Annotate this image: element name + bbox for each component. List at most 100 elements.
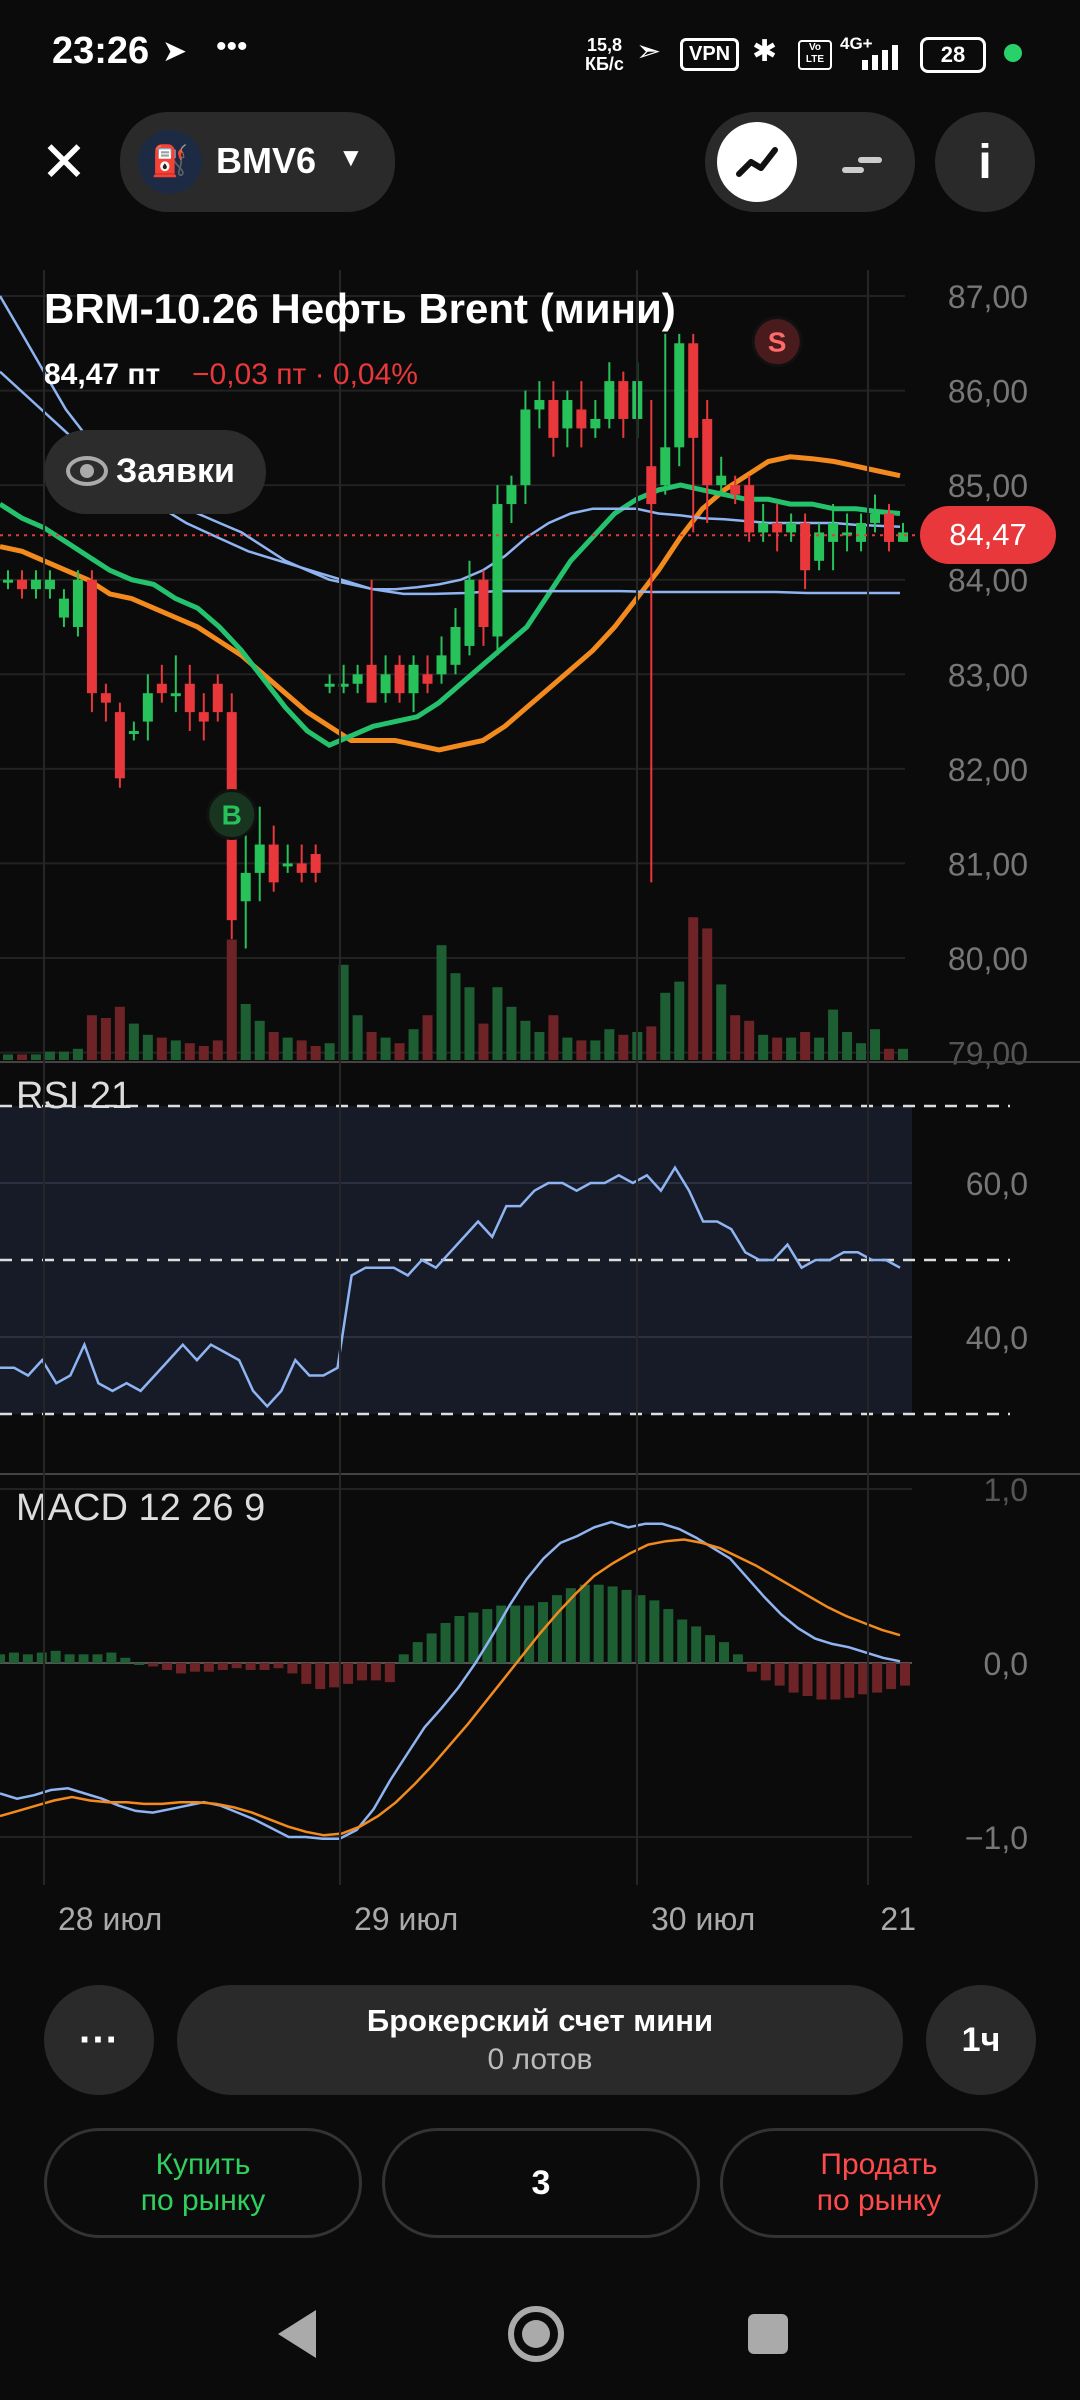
account-selector[interactable]: Брокерский счет мини 0 лотов [177,1985,903,2095]
macd-histogram-bar [78,1654,89,1663]
candle-chart-button[interactable] [821,122,901,202]
macd-histogram-bar [732,1654,743,1663]
candle-body [534,400,545,410]
close-button[interactable]: ✕ [18,116,110,208]
macd-histogram-bar [719,1642,729,1663]
volume-bar [156,1037,167,1060]
volume-bar [30,1054,41,1060]
volume-bar [814,1037,825,1060]
y-tick-label: 87,00 [948,279,1028,315]
candle-body [184,683,195,713]
macd-label: MACD 12 26 9 [16,1487,265,1529]
volume-bar [226,939,237,1060]
instrument-title: BRM-10.26 Нефть Brent (мини) [44,285,676,332]
macd-histogram-bar [370,1663,381,1681]
volume-bar [716,984,727,1060]
quantity-field[interactable]: 3 [382,2128,700,2238]
ticker-selector[interactable]: ⛽ BMV6 ▼ [120,112,395,212]
candle-body [618,381,629,419]
chevron-down-icon: ▼ [338,142,364,172]
volume-bar [618,1034,629,1060]
bluetooth-icon: ✱ [752,35,778,68]
candle-body [44,579,55,590]
volume-bar [576,1040,587,1060]
macd-histogram-bar [621,1589,632,1663]
candle-body [604,381,615,419]
macd-histogram-bar [412,1642,423,1663]
candle-body [156,683,167,694]
macd-histogram-bar [872,1663,883,1693]
candle-body [268,844,279,883]
more-button[interactable]: ··· [44,1985,154,2095]
candle-body [16,579,27,590]
volume-bar [366,1032,377,1060]
status-bar: 23:26 ➤ ••• 15,8 КБ/с ➣ VPN ✱ Vo LTE 4G+ 2… [0,0,1080,110]
candle-body [730,485,741,495]
volume-bar [506,1006,517,1060]
candle-body [800,522,811,571]
volume-bar [324,1043,335,1060]
volume-bar [660,992,671,1060]
volume-bar [3,1054,13,1060]
candle-body [646,466,657,505]
volume-bar [548,1015,559,1060]
candle-body [324,683,335,687]
y-tick-label: 80,00 [948,941,1028,977]
candle-body [660,447,671,486]
volume-bar [898,1048,908,1060]
volume-bar [72,1048,83,1060]
recents-nav-button[interactable] [748,2314,788,2354]
home-nav-button[interactable] [508,2306,564,2362]
buy-market-button[interactable]: Купить по рынку [44,2128,362,2238]
candle-body [254,844,265,873]
back-nav-button[interactable] [278,2310,316,2358]
volume-bar [730,1015,741,1060]
macd-histogram-bar [802,1663,813,1697]
line-chart-button[interactable] [717,122,797,202]
account-name: Брокерский счет мини [366,2003,714,2038]
volume-bar [128,1023,139,1060]
volume-bar [170,1040,181,1060]
volume-bar [786,1037,797,1060]
candle-body [128,731,139,735]
volume-bar [198,1046,209,1060]
sell-market-button[interactable]: Продать по рынку [720,2128,1038,2238]
candle-body [478,579,489,627]
volume-bar [16,1054,27,1060]
candle-body [240,872,251,902]
y-tick-label: 86,00 [948,374,1028,410]
volume-bar [688,917,699,1060]
timeframe-button[interactable]: 1ч [926,1985,1036,2095]
macd-y-tick: −1,0 [965,1820,1028,1856]
rsi-label: RSI 21 [16,1075,132,1117]
info-button[interactable]: i [935,112,1035,212]
macd-histogram-bar [579,1584,590,1663]
volume-bar [310,1046,321,1060]
candle-body [688,343,699,438]
orders-button[interactable]: Заявки [44,430,266,514]
candle-body [716,475,727,486]
volume-bar [870,1029,881,1060]
candle-body [58,598,69,618]
macd-histogram-bar [273,1663,284,1669]
battery-icon: 28 [920,37,986,73]
candle-body [576,409,587,429]
y-tick-label: 81,00 [948,846,1028,882]
buy-label-2: по рынку [140,2184,266,2217]
candle-body [828,522,839,542]
volume-bar [282,1037,293,1060]
macd-histogram-bar [691,1626,702,1663]
account-lots: 0 лотов [487,2043,593,2076]
macd-histogram-bar [760,1663,771,1681]
sell-label-2: по рынку [816,2184,942,2217]
volume-bar [450,973,461,1060]
volume-bar [646,1026,657,1060]
macd-histogram-bar [886,1663,897,1690]
macd-histogram-bar [231,1663,242,1669]
volume-bar [86,1015,97,1060]
macd-histogram-bar [134,1663,145,1665]
macd-histogram-bar [64,1654,75,1663]
macd-histogram-bar [50,1650,61,1663]
candle-body [198,712,209,722]
macd-y-tick: 1,0 [984,1472,1028,1508]
